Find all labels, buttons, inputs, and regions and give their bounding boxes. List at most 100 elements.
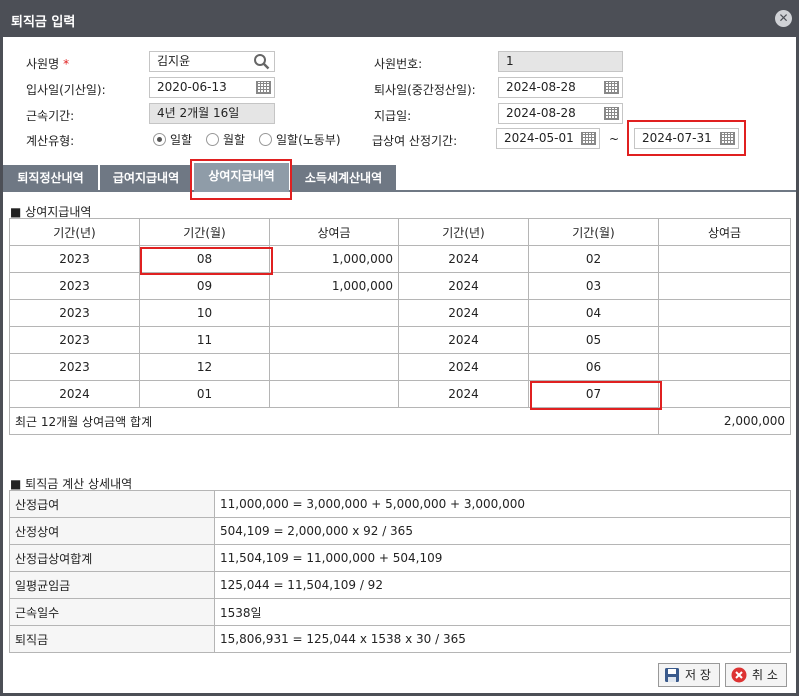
cell-bonus[interactable] [269,380,399,408]
detail-value: 125,044 = 11,504,109 / 92 [214,571,791,599]
cell-bonus[interactable] [658,353,791,381]
table-row: 2023 10 2024 04 [9,299,791,327]
cell-month[interactable]: 05 [528,326,659,354]
detail-value: 11,504,109 = 11,000,000 + 504,109 [214,544,791,572]
cancel-icon [731,667,747,683]
detail-label: 산정급여 [9,490,215,518]
detail-label: 퇴직금 [9,625,215,653]
hire-date-input[interactable]: 2020-06-13 [149,77,275,98]
detail-label: 산정상여 [9,517,215,545]
tab-salary-payments[interactable]: 급여지급내역 [100,165,192,192]
pay-date-value: 2024-08-28 [506,106,576,120]
cell-month[interactable]: 09 [139,272,270,300]
detail-value: 1538일 [214,598,791,626]
cell-month[interactable]: 01 [139,380,270,408]
salary-period-to-value: 2024-07-31 [642,131,712,145]
title-bar: 퇴직금 입력 ✕ [3,3,796,37]
detail-label: 근속일수 [9,598,215,626]
cell-bonus[interactable]: 1,000,000 [269,272,399,300]
radio-icon [206,133,219,146]
cell-year: 2023 [9,299,140,327]
cell-year: 2024 [398,245,529,273]
col-header: 기간(년) [398,218,529,246]
bonus-table-header: 기간(년) 기간(월) 상여금 기간(년) 기간(월) 상여금 [9,218,791,246]
retire-date-input[interactable]: 2024-08-28 [498,77,623,98]
employee-no-field: 1 [498,51,623,72]
service-period-value: 4년 2개월 16일 [157,106,240,120]
cell-year: 2024 [398,272,529,300]
cell-year: 2023 [9,272,140,300]
cell-month[interactable]: 03 [528,272,659,300]
period-separator: ~ [609,132,620,146]
cell-month[interactable]: 04 [528,299,659,327]
salary-period-to-input[interactable]: 2024-07-31 [634,128,739,149]
table-row: 산정급여 11,000,000 = 3,000,000 + 5,000,000 +… [9,490,791,518]
cell-month[interactable]: 10 [139,299,270,327]
calendar-icon[interactable] [256,81,271,94]
table-row: 산정상여 504,109 = 2,000,000 x 92 / 365 [9,517,791,545]
retire-date-label: 퇴사일(중간정산일): [374,83,476,97]
search-icon[interactable] [253,53,270,70]
table-row: 근속일수 1538일 [9,598,791,626]
cell-bonus[interactable] [658,299,791,327]
salary-period-from-value: 2024-05-01 [504,131,574,145]
calendar-icon[interactable] [604,107,619,120]
cell-year: 2024 [398,380,529,408]
service-period-field: 4년 2개월 16일 [149,103,275,124]
calc-type-label: 계산유형: [26,134,75,148]
col-header: 상여금 [269,218,399,246]
detail-label: 일평균임금 [9,571,215,599]
cell-month[interactable]: 07 [528,380,659,408]
cell-month[interactable]: 11 [139,326,270,354]
tab-income-tax[interactable]: 소득세계산내역 [291,165,396,192]
retire-date-value: 2024-08-28 [506,80,576,94]
cell-year: 2024 [398,326,529,354]
calendar-icon[interactable] [581,132,596,145]
table-row: 퇴직금 15,806,931 = 125,044 x 1538 x 30 / 36… [9,625,791,653]
cancel-button[interactable]: 취 소 [725,663,787,687]
tab-bonus-payments[interactable]: 상여지급내역 [194,163,289,192]
calc-type-radio-labor[interactable]: 일할(노동부) [259,131,341,148]
table-row: 2023 08 1,000,000 2024 02 [9,245,791,273]
cell-year: 2024 [9,380,140,408]
table-row: 2024 01 2024 07 [9,380,791,408]
calendar-icon[interactable] [720,132,735,145]
cell-month[interactable]: 06 [528,353,659,381]
table-row: 일평균임금 125,044 = 11,504,109 / 92 [9,571,791,599]
cell-bonus[interactable]: 1,000,000 [269,245,399,273]
save-button[interactable]: 저 장 [658,663,720,687]
retirement-pay-dialog: 퇴직금 입력 ✕ 사원명 * 김지윤 사원번호: 1 입사일(기산일): 2020… [0,0,799,696]
cell-bonus[interactable] [269,353,399,381]
cell-year: 2023 [9,326,140,354]
detail-label: 산정급상여합계 [9,544,215,572]
cell-month[interactable]: 08 [139,245,270,273]
cell-bonus[interactable] [269,326,399,354]
hire-date-label: 입사일(기산일): [26,83,106,97]
pay-date-input[interactable]: 2024-08-28 [498,103,623,124]
close-icon[interactable]: ✕ [775,10,792,27]
cell-year: 2023 [9,245,140,273]
hire-date-value: 2020-06-13 [157,80,227,94]
cell-bonus[interactable] [658,380,791,408]
calc-type-radio-daily[interactable]: 일할 [153,131,192,148]
cell-bonus[interactable] [269,299,399,327]
cell-bonus[interactable] [658,245,791,273]
employee-name-label: 사원명 * [26,57,70,71]
salary-period-from-input[interactable]: 2024-05-01 [496,128,600,149]
pay-date-label: 지급일: [374,109,412,123]
calc-type-radio-monthly[interactable]: 월할 [206,131,245,148]
employee-name-value: 김지윤 [157,54,191,68]
cell-month[interactable]: 02 [528,245,659,273]
bonus-table: 기간(년) 기간(월) 상여금 기간(년) 기간(월) 상여금 2023 08 … [9,218,791,435]
cell-month[interactable]: 12 [139,353,270,381]
cell-bonus[interactable] [658,326,791,354]
cell-year: 2024 [398,353,529,381]
dialog-title: 퇴직금 입력 [11,15,76,30]
table-row: 2023 11 2024 05 [9,326,791,354]
tab-retirement-settlement[interactable]: 퇴직정산내역 [3,165,98,192]
cell-bonus[interactable] [658,272,791,300]
employee-name-input[interactable]: 김지윤 [149,51,275,72]
table-row: 2023 09 1,000,000 2024 03 [9,272,791,300]
total-label: 최근 12개월 상여금액 합계 [9,407,659,435]
calendar-icon[interactable] [604,81,619,94]
